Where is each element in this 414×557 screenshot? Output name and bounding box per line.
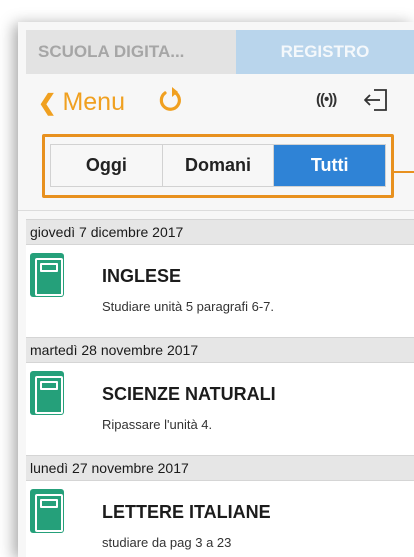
- date-header: martedì 28 novembre 2017: [26, 337, 414, 363]
- app-frame: SCUOLA DIGITA... REGISTRO ❮ Menu ((•)) O…: [18, 22, 414, 557]
- subject-title: INGLESE: [102, 266, 182, 286]
- divider: [18, 210, 414, 211]
- highlight-connector-line: [394, 171, 414, 173]
- signal-icon[interactable]: ((•)): [316, 91, 337, 108]
- logout-icon[interactable]: [362, 86, 390, 114]
- subject-title: LETTERE ITALIANE: [102, 502, 271, 522]
- top-tabs: SCUOLA DIGITA... REGISTRO: [26, 30, 414, 74]
- book-icon: [30, 253, 64, 297]
- chevron-left-icon: ❮: [38, 89, 57, 115]
- list-item[interactable]: LETTERE ITALIANE studiare da pag 3 a 23: [26, 481, 414, 557]
- task-text: studiare da pag 3 a 23: [102, 535, 232, 550]
- task-text: Ripassare l'unità 4.: [102, 417, 213, 432]
- filter-domani[interactable]: Domani: [163, 145, 275, 186]
- filter-tutti[interactable]: Tutti: [274, 145, 386, 186]
- tab-registro[interactable]: REGISTRO: [236, 30, 414, 74]
- date-header: giovedì 7 dicembre 2017: [26, 219, 414, 245]
- tab-scuola-digitale[interactable]: SCUOLA DIGITA...: [26, 30, 236, 74]
- filter-oggi[interactable]: Oggi: [51, 145, 163, 186]
- filter-segmented-control: Oggi Domani Tutti: [50, 144, 386, 187]
- refresh-icon[interactable]: [159, 87, 185, 115]
- book-icon: [30, 489, 64, 533]
- menu-back-button[interactable]: ❮ Menu: [38, 88, 125, 117]
- navbar: ❮ Menu ((•)): [26, 74, 414, 130]
- homework-list: giovedì 7 dicembre 2017 INGLESE Studiare…: [26, 219, 414, 557]
- list-item[interactable]: INGLESE Studiare unità 5 paragrafi 6-7.: [26, 245, 414, 337]
- subject-title: SCIENZE NATURALI: [102, 384, 276, 404]
- menu-label: Menu: [62, 88, 125, 116]
- task-text: Studiare unità 5 paragrafi 6-7.: [102, 299, 274, 314]
- list-item[interactable]: SCIENZE NATURALI Ripassare l'unità 4.: [26, 363, 414, 455]
- date-header: lunedì 27 novembre 2017: [26, 455, 414, 481]
- book-icon: [30, 371, 64, 415]
